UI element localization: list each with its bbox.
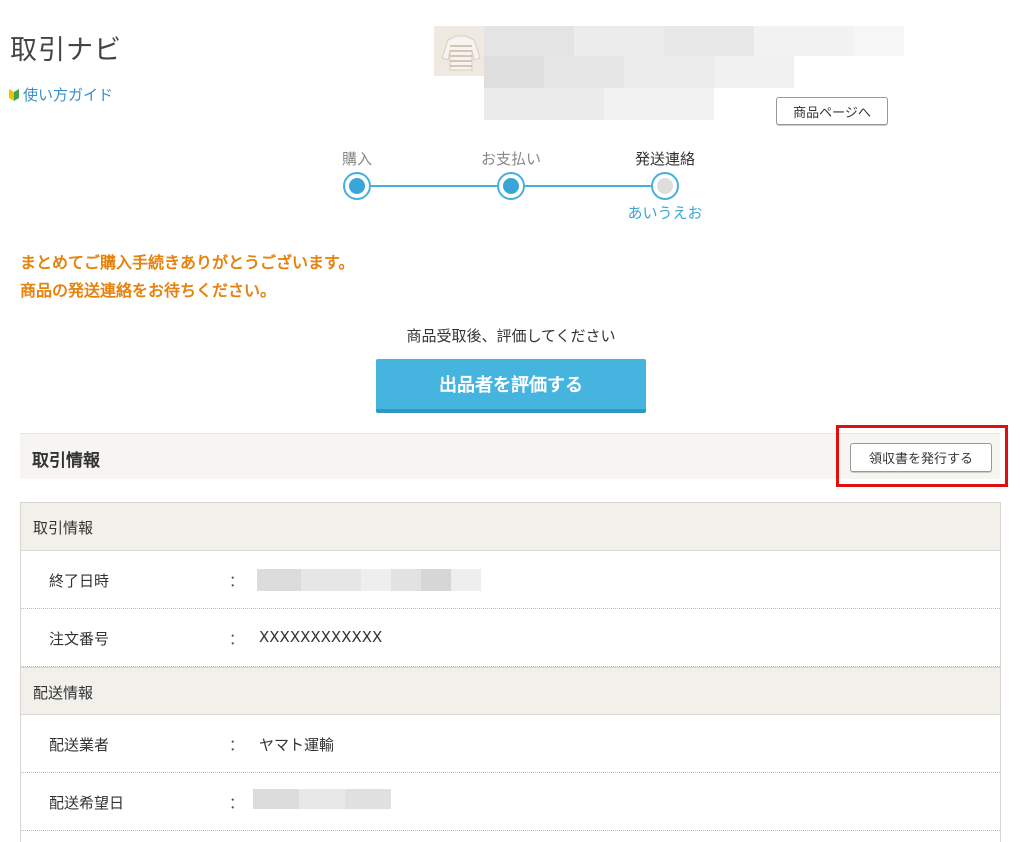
carrier-value: ヤマト運輸: [259, 736, 335, 754]
order-number-value: XXXXXXXXXXXX: [259, 628, 383, 646]
delivery-date-redacted: [253, 789, 391, 809]
end-datetime-redacted: [257, 569, 481, 591]
evaluate-seller-button[interactable]: 出品者を評価する: [376, 359, 646, 413]
table-row: 配送業者 ： ヤマト運輸: [21, 715, 1000, 773]
page-title: 取引ナビ: [10, 35, 122, 66]
usage-guide-label: 使い方ガイド: [23, 86, 114, 104]
table-row: 終了日時 ：: [21, 551, 1000, 609]
group-title-shipping: 配送情報: [33, 684, 94, 702]
highlight-box: [836, 425, 1008, 487]
row-separator: ：: [229, 630, 245, 648]
row-separator: ：: [229, 736, 245, 754]
product-thumbnail[interactable]: [434, 26, 488, 76]
transaction-info-table: 取引情報 終了日時 ： 注文番号 ： XXXXXXXXXXXX 配送情報 配送業…: [20, 502, 1001, 842]
step-label-purchase: 購入: [341, 150, 373, 168]
step-label-shipping: 発送連絡: [634, 150, 696, 168]
row-key: 注文番号: [49, 630, 110, 648]
sweater-image: [434, 26, 488, 76]
step-sub-label: あいうえお: [627, 204, 703, 222]
row-separator: ：: [229, 572, 245, 590]
usage-guide-link[interactable]: 使い方ガイド: [8, 84, 113, 105]
row-separator: ：: [229, 794, 245, 812]
step-dot-payment: [497, 172, 525, 200]
status-notice: まとめてご購入手続きありがとうございます。 商品の発送連絡をお待ちください。: [20, 249, 354, 305]
table-group-header: 取引情報: [21, 503, 1000, 551]
group-title-transaction: 取引情報: [33, 519, 94, 537]
step-dot-shipping: [651, 172, 679, 200]
table-row: 配送希望日 ：: [21, 773, 1000, 831]
section-title: 取引情報: [32, 451, 100, 471]
product-page-button[interactable]: 商品ページへ: [776, 97, 888, 125]
notice-line-2: 商品の発送連絡をお待ちください。: [20, 281, 277, 300]
table-group-header: 配送情報: [21, 667, 1000, 715]
row-key: 終了日時: [49, 572, 110, 590]
step-label-payment: お支払い: [480, 150, 542, 168]
table-row: 注文番号 ： XXXXXXXXXXXX: [21, 609, 1000, 667]
row-key: 配送業者: [49, 736, 110, 754]
step-dot-purchase: [343, 172, 371, 200]
notice-line-1: まとめてご購入手続きありがとうございます。: [20, 253, 355, 272]
row-key: 配送希望日: [49, 794, 125, 812]
evaluation-prompt: 商品受取後、評価してください: [406, 327, 616, 345]
beginner-leaf-icon: [9, 89, 19, 101]
